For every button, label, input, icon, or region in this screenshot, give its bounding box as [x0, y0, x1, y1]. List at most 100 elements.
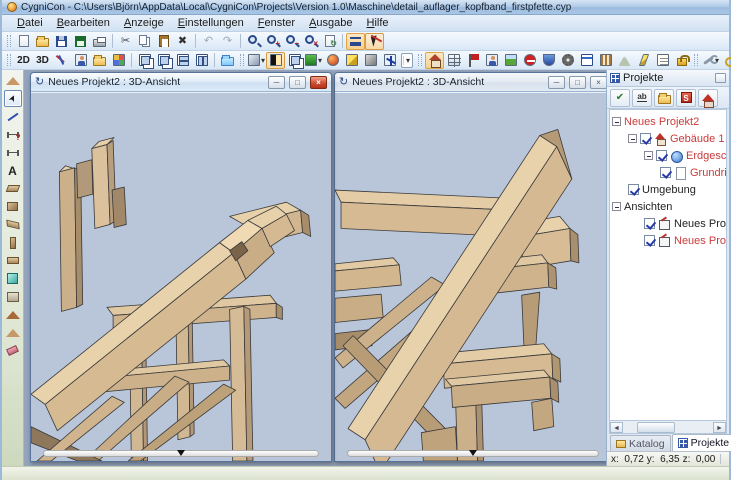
shield-button[interactable] — [539, 52, 558, 69]
lightning-button[interactable] — [634, 52, 653, 69]
slider-marker[interactable] — [177, 450, 185, 456]
visibility-checkbox[interactable] — [644, 235, 655, 246]
print-button[interactable] — [90, 33, 109, 50]
zoom-in-button[interactable]: + — [263, 33, 282, 50]
toolbar-grip[interactable] — [418, 54, 422, 67]
window-grid-button[interactable] — [577, 52, 596, 69]
menu-fenster[interactable]: Fenster — [251, 16, 302, 30]
color-grid-button[interactable] — [109, 52, 128, 69]
roof-tool[interactable] — [4, 306, 22, 323]
toolbar-grip[interactable] — [694, 54, 698, 67]
zoom-all-button[interactable]: × — [301, 33, 320, 50]
select-mode-button[interactable] — [365, 33, 384, 50]
mountain-button[interactable] — [615, 52, 634, 69]
viewport-3d-right[interactable] — [335, 92, 606, 461]
toolbar-grip[interactable] — [7, 35, 11, 48]
tree-node-floorplan[interactable]: Grundris — [612, 164, 726, 181]
minimize-button[interactable]: ─ — [548, 76, 565, 89]
view-2d-button[interactable]: 2D — [14, 52, 33, 69]
menu-anzeige[interactable]: Anzeige — [117, 16, 171, 30]
collapse-icon[interactable] — [644, 151, 653, 160]
visibility-checkbox[interactable] — [628, 184, 639, 195]
window-copy-button[interactable] — [154, 52, 173, 69]
panel-tool[interactable] — [4, 288, 22, 305]
tree-node-views[interactable]: Ansichten — [612, 198, 726, 215]
tree-node-building[interactable]: Gebäude 1 — [612, 130, 726, 147]
license-button[interactable] — [720, 52, 731, 69]
window-tile-vertical-button[interactable] — [192, 52, 211, 69]
view-combobox[interactable]: ▾ — [401, 53, 413, 68]
building-button[interactable] — [425, 52, 444, 69]
new-button[interactable] — [14, 33, 33, 50]
volume-tool[interactable] — [4, 270, 22, 287]
pin-icon[interactable] — [715, 73, 726, 83]
view-rotation-slider[interactable] — [347, 450, 599, 457]
text-tool[interactable]: A — [4, 162, 22, 179]
open-button[interactable] — [33, 33, 52, 50]
dimension-tool[interactable] — [4, 144, 22, 161]
confirm-button[interactable]: ✔ — [610, 89, 630, 107]
home-view-tool[interactable] — [4, 72, 22, 89]
tree-label[interactable]: Neues Projekt2 — [624, 116, 699, 128]
tree-node-environment[interactable]: Umgebung — [612, 181, 726, 198]
visibility-checkbox[interactable] — [656, 150, 667, 161]
delete-button[interactable]: ✖ — [173, 33, 192, 50]
eraser-tool[interactable] — [4, 342, 22, 359]
mdi-window-1[interactable]: ↻ Neues Projekt2 : 3D-Ansicht ─ □ × — [30, 72, 332, 462]
material-button[interactable] — [323, 52, 342, 69]
refresh-button[interactable]: ↻ — [320, 33, 339, 50]
terrain-button[interactable] — [501, 52, 520, 69]
collapse-icon[interactable] — [628, 134, 637, 143]
copy-button[interactable] — [135, 33, 154, 50]
flag-button[interactable] — [463, 52, 482, 69]
measure-query-tool[interactable]: ? — [4, 126, 22, 143]
toolbar-grip[interactable] — [240, 54, 244, 67]
save-button[interactable] — [52, 33, 71, 50]
toolbar-grip[interactable] — [7, 54, 11, 67]
window-cascade-button[interactable] — [135, 52, 154, 69]
menu-einstellungen[interactable]: Einstellungen — [171, 16, 251, 30]
line-tool[interactable] — [4, 108, 22, 125]
tree-node-view2[interactable]: Neues Proje — [612, 232, 726, 249]
visibility-checkbox[interactable] — [640, 133, 651, 144]
lock-button[interactable] — [672, 52, 691, 69]
save-project-button[interactable]: S — [676, 89, 696, 107]
plane-tool[interactable] — [4, 216, 22, 233]
tab-projekte[interactable]: Projekte — [672, 434, 731, 451]
save-all-button[interactable] — [71, 33, 90, 50]
tree-node-floor[interactable]: Erdgeschos — [612, 147, 726, 164]
model-mode-button[interactable]: ▾ — [247, 52, 266, 69]
mdi-window-2[interactable]: ↻ Neues Projekt2 : 3D-Ansicht ─ □ × — [334, 72, 606, 462]
slider-marker[interactable] — [469, 450, 477, 456]
maximize-button[interactable]: □ — [569, 76, 586, 89]
window-tile-horizontal-button[interactable] — [173, 52, 192, 69]
zoom-out-button[interactable]: − — [282, 33, 301, 50]
select-tool[interactable]: ➤ — [4, 90, 22, 107]
brush-button[interactable] — [361, 52, 380, 69]
table-button[interactable] — [444, 52, 463, 69]
tree-node-project[interactable]: Neues Projekt2 — [612, 113, 726, 130]
open-project-button[interactable] — [654, 89, 674, 107]
tree-horizontal-scrollbar[interactable]: ◄ ► — [609, 421, 727, 434]
tree-label[interactable]: Neues Proje — [674, 218, 727, 230]
note-button[interactable] — [653, 52, 672, 69]
redo-button[interactable]: ↷ — [218, 33, 237, 50]
mdi-window-2-titlebar[interactable]: ↻ Neues Projekt2 : 3D-Ansicht ─ □ × — [335, 73, 606, 92]
tree-label[interactable]: Erdgeschos — [686, 150, 727, 162]
no-entry-button[interactable] — [520, 52, 539, 69]
settings-gear-button[interactable] — [558, 52, 577, 69]
scroll-left-arrow[interactable]: ◄ — [610, 422, 623, 433]
draw-button[interactable] — [342, 52, 361, 69]
building-import-button[interactable] — [698, 89, 718, 107]
edit-object-button[interactable] — [71, 52, 90, 69]
tab-katalog[interactable]: Katalog — [610, 435, 671, 451]
tree-label[interactable]: Neues Proje — [674, 235, 727, 247]
menu-ausgabe[interactable]: Ausgabe — [302, 16, 359, 30]
scroll-right-arrow[interactable]: ► — [713, 422, 726, 433]
title-bar[interactable]: CygniCon - C:\Users\Björn\AppData\Local\… — [2, 0, 729, 15]
tree-node-view1[interactable]: Neues Proje — [612, 215, 726, 232]
paste-button[interactable] — [154, 33, 173, 50]
tools-button[interactable]: ▾ — [701, 52, 720, 69]
link-views-button[interactable] — [285, 52, 304, 69]
visibility-checkbox[interactable] — [644, 218, 655, 229]
